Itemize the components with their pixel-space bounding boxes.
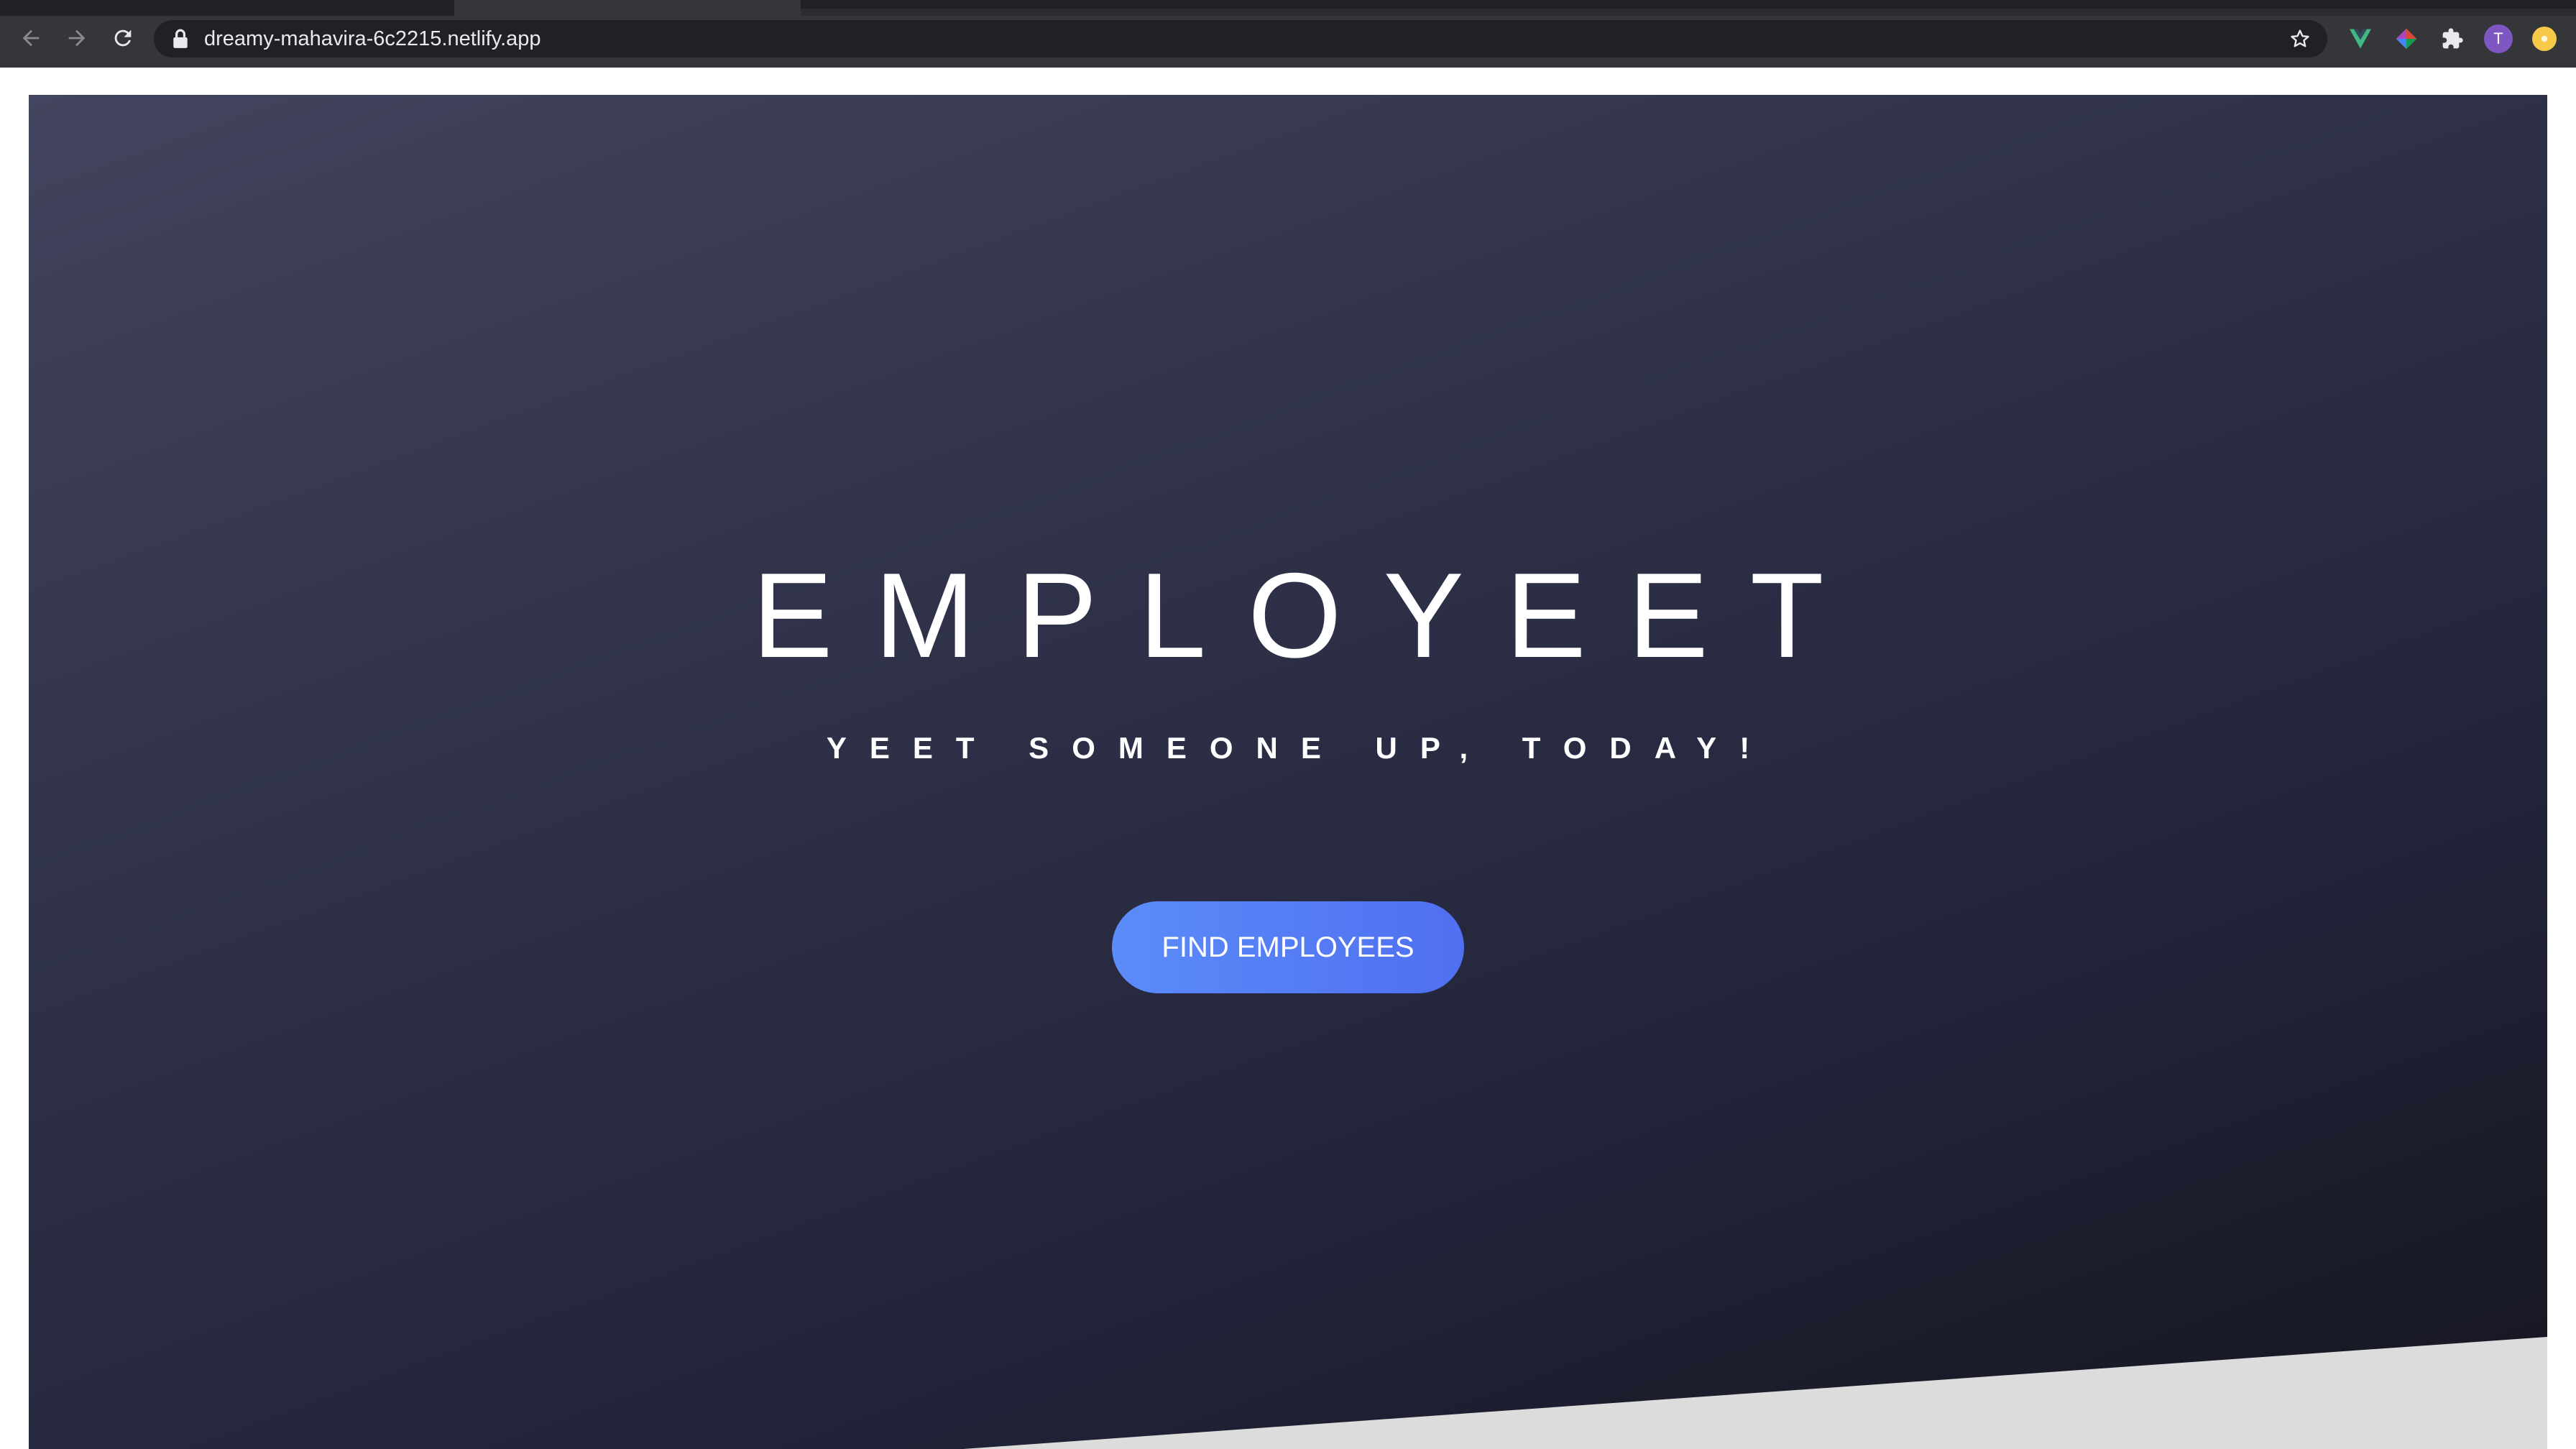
find-employees-button[interactable]: FIND EMPLOYEES xyxy=(1112,901,1464,993)
forward-button[interactable] xyxy=(60,22,93,55)
back-button[interactable] xyxy=(14,22,47,55)
puzzle-icon xyxy=(2442,28,2463,49)
update-icon xyxy=(2532,27,2557,51)
update-button[interactable] xyxy=(2530,24,2559,53)
color-picker-extension-icon xyxy=(2396,28,2417,50)
forward-arrow-icon xyxy=(68,29,86,47)
reload-icon xyxy=(114,29,132,47)
hero-bottom-slant xyxy=(963,1337,2547,1449)
inactive-tab[interactable] xyxy=(801,9,2576,16)
hero-section: EMPLOYEET YEET SOMEONE UP, TODAY! FIND E… xyxy=(29,95,2547,1449)
color-picker-extension-button[interactable] xyxy=(2392,24,2421,53)
hero-title: EMPLOYEET xyxy=(752,548,1866,683)
vue-devtools-icon xyxy=(2350,29,2371,49)
tab-strip xyxy=(0,0,2576,16)
hero-subtitle: YEET SOMEONE UP, TODAY! xyxy=(826,731,1773,765)
page-content: EMPLOYEET YEET SOMEONE UP, TODAY! FIND E… xyxy=(0,68,2576,1449)
star-icon[interactable] xyxy=(2288,27,2312,50)
browser-toolbar: dreamy-mahavira-6c2215.netlify.app T xyxy=(0,0,2576,68)
lock-icon xyxy=(173,29,188,48)
active-tab[interactable] xyxy=(454,0,801,16)
url-text[interactable]: dreamy-mahavira-6c2215.netlify.app xyxy=(204,20,541,58)
profile-button[interactable]: T xyxy=(2484,24,2513,53)
avatar: T xyxy=(2484,24,2513,53)
vue-devtools-button[interactable] xyxy=(2346,24,2375,53)
back-arrow-icon xyxy=(22,29,40,47)
address-bar[interactable]: dreamy-mahavira-6c2215.netlify.app xyxy=(154,20,2327,58)
extensions-button[interactable] xyxy=(2438,24,2467,53)
reload-button[interactable] xyxy=(106,22,139,55)
